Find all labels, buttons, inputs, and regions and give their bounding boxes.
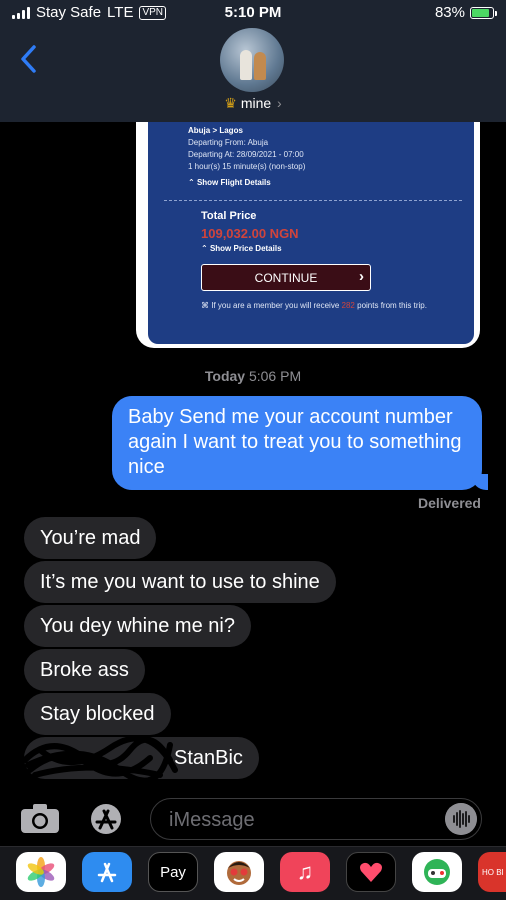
message-timestamp: Today 5:06 PM bbox=[204, 368, 302, 384]
music-app-icon[interactable]: ♫ bbox=[280, 852, 330, 892]
chevron-right-icon: › bbox=[273, 95, 282, 111]
contact-avatar[interactable] bbox=[220, 28, 284, 92]
show-price-details: ⌃ Show Price Details bbox=[201, 244, 282, 253]
received-message-bubble[interactable]: It’s me you want to use to shine bbox=[24, 561, 336, 603]
redaction-scribble bbox=[22, 735, 178, 780]
chevron-right-icon: › bbox=[359, 268, 364, 285]
audio-waveform-icon[interactable] bbox=[445, 803, 477, 835]
camera-icon[interactable] bbox=[20, 802, 60, 834]
battery-percent: 83% bbox=[434, 4, 465, 21]
input-placeholder: iMessage bbox=[169, 809, 255, 831]
imessage-input[interactable]: iMessage bbox=[150, 798, 482, 840]
delivered-status: Delivered bbox=[417, 495, 481, 511]
apple-pay-app-icon[interactable]: Pay bbox=[148, 852, 198, 892]
received-message-bubble[interactable]: Broke ass bbox=[24, 649, 145, 691]
member-points-note: ⌘ If you are a member you will receive 2… bbox=[201, 301, 427, 310]
flight-booking-screenshot: Abuja > Lagos Departing From: Abuja Depa… bbox=[148, 122, 474, 344]
show-flight-details: ⌃ Show Flight Details bbox=[188, 178, 271, 187]
memoji-app-icon[interactable] bbox=[214, 852, 264, 892]
total-price-label: Total Price bbox=[201, 210, 257, 222]
departing-at: Departing At: 28/09/2021 - 07:00 bbox=[188, 150, 304, 159]
departing-from: Departing From: Abuja bbox=[188, 138, 269, 147]
status-bar: Stay Safe LTE VPN 5:10 PM 83% bbox=[0, 0, 506, 26]
conversation-header: Stay Safe LTE VPN 5:10 PM 83% ♛ mine › bbox=[0, 0, 506, 122]
battery-icon bbox=[470, 6, 497, 19]
total-price: 109,032.00 NGN bbox=[201, 226, 299, 241]
status-time: 5:10 PM bbox=[224, 4, 282, 21]
flight-duration: 1 hour(s) 15 minute(s) (non-stop) bbox=[188, 162, 306, 171]
digital-touch-app-icon[interactable] bbox=[346, 852, 396, 892]
dashed-divider bbox=[164, 200, 462, 201]
received-message-bubble[interactable]: Stay blocked bbox=[24, 693, 171, 735]
status-right: 83% bbox=[434, 4, 497, 21]
crown-icon: ♛ bbox=[224, 95, 237, 111]
contact-name-row[interactable]: ♛ mine › bbox=[0, 95, 506, 112]
app-store-icon[interactable] bbox=[84, 802, 128, 836]
sent-message-bubble[interactable]: Baby Send me your account number again I… bbox=[112, 396, 488, 490]
continue-button: CONTINUE › bbox=[201, 264, 371, 291]
game-pigeon-app-icon[interactable] bbox=[412, 852, 462, 892]
received-message-bubble[interactable]: You dey whine me ni? bbox=[24, 605, 251, 647]
contact-name: mine bbox=[240, 95, 272, 111]
gift-icon: ⌘ bbox=[201, 301, 209, 310]
continue-label: CONTINUE bbox=[254, 270, 318, 285]
app-store-app-icon[interactable] bbox=[82, 852, 132, 892]
received-message-bubble[interactable]: You’re mad bbox=[24, 517, 157, 559]
photos-app-icon[interactable] bbox=[16, 852, 66, 892]
back-chevron-icon[interactable] bbox=[18, 44, 40, 74]
partial-app-icon[interactable]: HO BI bbox=[478, 852, 506, 892]
route: Abuja > Lagos bbox=[188, 126, 243, 135]
